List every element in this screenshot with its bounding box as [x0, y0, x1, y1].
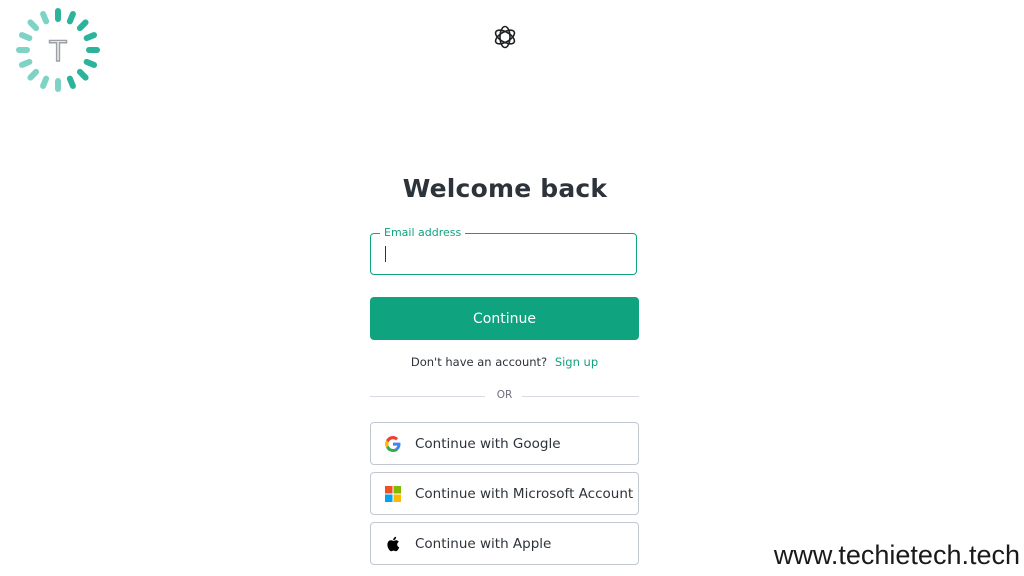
continue-button[interactable]: Continue: [370, 297, 639, 340]
continue-with-microsoft-button[interactable]: Continue with Microsoft Account: [370, 472, 639, 515]
signup-row: Don't have an account? Sign up: [370, 355, 639, 369]
google-icon: [385, 435, 401, 452]
divider-line-right: [522, 396, 639, 397]
techietech-logo-icon: T: [16, 8, 100, 92]
google-button-label: Continue with Google: [415, 435, 561, 452]
continue-with-google-button[interactable]: Continue with Google: [370, 422, 639, 465]
no-account-text: Don't have an account?: [410, 355, 548, 369]
microsoft-icon: [385, 485, 401, 502]
svg-text:T: T: [49, 35, 67, 68]
page-title: Welcome back: [402, 174, 608, 203]
email-input[interactable]: [384, 234, 628, 275]
signup-link[interactable]: Sign up: [555, 355, 598, 369]
divider-text: OR: [496, 389, 513, 401]
apple-button-label: Continue with Apple: [415, 535, 552, 552]
apple-icon: [387, 536, 400, 551]
continue-with-apple-button[interactable]: Continue with Apple: [370, 522, 639, 565]
text-caret: [385, 246, 386, 262]
watermark-site-text: www.techietech.tech: [773, 540, 1020, 570]
or-divider: OR: [370, 389, 639, 403]
microsoft-button-label: Continue with Microsoft Account: [415, 485, 634, 502]
openai-logo-icon: [494, 25, 516, 49]
email-field[interactable]: Email address: [370, 226, 637, 275]
